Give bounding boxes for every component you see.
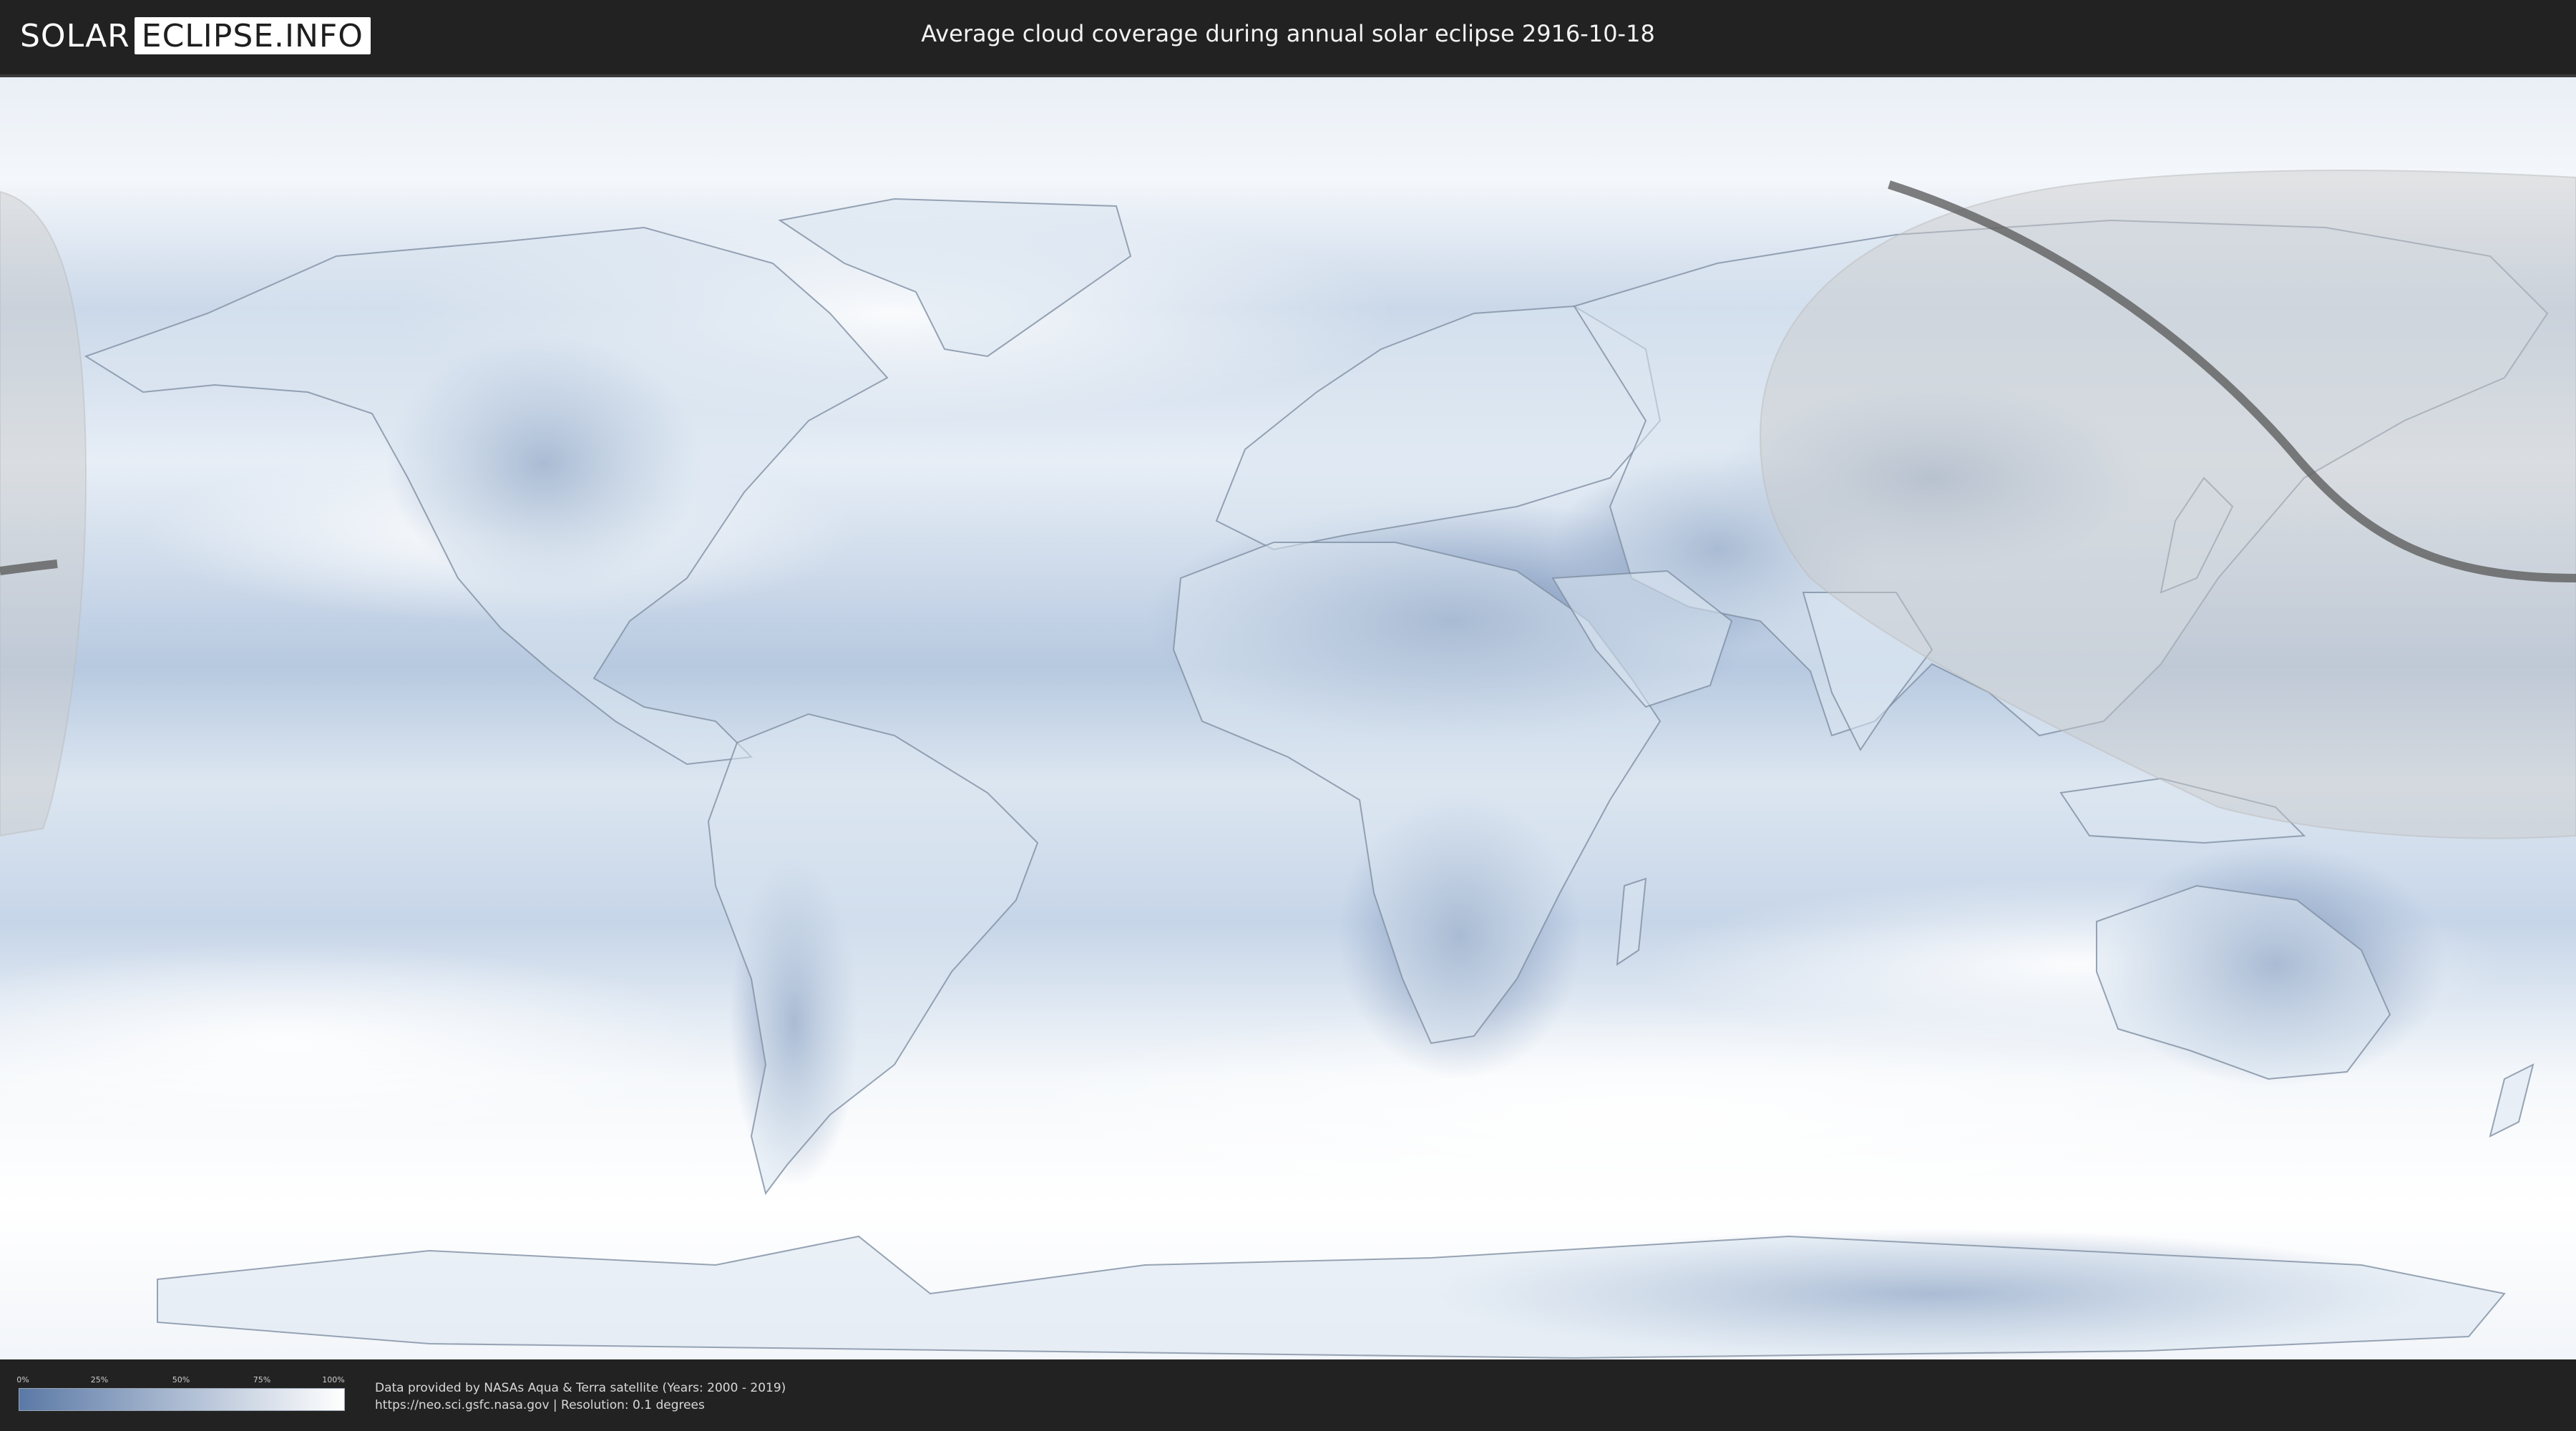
page-title: Average cloud coverage during annual sol… [921, 20, 1655, 47]
credits-source: Data provided by NASAs Aqua & Terra sate… [375, 1381, 786, 1395]
legend-tick-100: 100% [322, 1375, 345, 1384]
legend-color-bar [19, 1388, 345, 1411]
legend-tick-50: 50% [172, 1375, 190, 1384]
cloud-coverage-map[interactable] [0, 74, 2576, 1362]
credits-link[interactable]: https://neo.sci.gsfc.nasa.gov | Resoluti… [375, 1397, 786, 1414]
legend-tick-75: 75% [253, 1375, 271, 1384]
legend-tick-0: 0% [16, 1375, 29, 1384]
world-map-svg [0, 77, 2576, 1359]
legend-tick-25: 25% [90, 1375, 109, 1384]
footer-bar: 0% 25% 50% 75% 100% Data provided by NAS… [0, 1359, 2576, 1431]
header-bar: SOLAR ECLIPSE.INFO Average cloud coverag… [0, 0, 2576, 72]
data-credits: Data provided by NASAs Aqua & Terra sate… [375, 1379, 786, 1414]
legend-ticks: 0% 25% 50% 75% 100% [16, 1375, 345, 1387]
cloud-coverage-legend: 0% 25% 50% 75% 100% [16, 1375, 345, 1411]
